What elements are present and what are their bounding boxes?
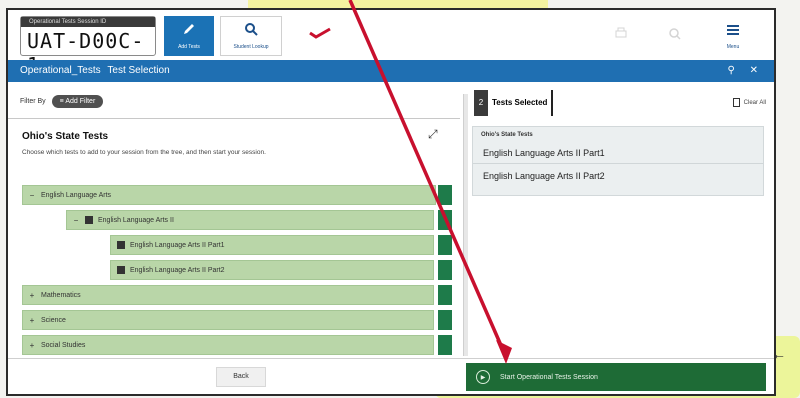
tree-node-social-studies[interactable]: + Social Studies <box>22 335 434 355</box>
back-button[interactable]: Back <box>216 367 266 387</box>
play-icon: ▶ <box>476 370 490 384</box>
add-filter-label: Add Filter <box>65 97 96 105</box>
breadcrumb-parent[interactable]: Operational_Tests <box>20 65 101 76</box>
clear-all-label: Clear All <box>743 100 766 107</box>
tree-node-label: Science <box>41 316 66 324</box>
tree-node-label: English Language Arts II Part1 <box>130 241 225 249</box>
selection-indicator <box>438 310 452 330</box>
panel-description: Choose which tests to add to your sessio… <box>22 149 266 156</box>
selection-indicator <box>438 260 452 280</box>
filter-label: Filter By <box>20 97 46 105</box>
tree-node-science[interactable]: + Science <box>22 310 434 330</box>
selection-indicator <box>438 210 452 230</box>
trash-icon <box>732 98 740 107</box>
selected-tests-header: 2 Tests Selected Clear All <box>472 90 768 116</box>
tree-node-label: Mathematics <box>41 291 81 299</box>
selected-tests-title: Tests Selected <box>492 90 554 116</box>
print-icon <box>614 27 628 46</box>
top-toolbar: Operational Tests Session ID UAT-D00C-1 … <box>8 10 774 77</box>
selected-tests-list: Ohio's State Tests English Language Arts… <box>472 126 764 196</box>
expand-plus-icon[interactable]: + <box>23 341 41 350</box>
expand-icon[interactable]: ⤢ <box>428 127 438 142</box>
selected-group-title: Ohio's State Tests <box>481 132 533 138</box>
session-id-label: Operational Tests Session ID <box>21 17 155 27</box>
selected-test-item[interactable]: English Language Arts II Part2 <box>473 165 763 187</box>
clear-all-button[interactable]: Clear All <box>732 98 766 107</box>
tree-node-label: English Language Arts II Part2 <box>130 266 225 274</box>
tree-node-ela[interactable]: − English Language Arts <box>22 185 436 205</box>
add-filter-button[interactable]: ≡ Add Filter <box>51 94 104 108</box>
menu-label: Menu <box>726 43 740 50</box>
session-id-box: Operational Tests Session ID UAT-D00C-1 <box>20 16 156 77</box>
close-icon[interactable]: ✕ <box>750 65 758 76</box>
approval-button[interactable] <box>288 16 352 56</box>
margin-pencil-arrow: ← <box>772 346 786 362</box>
collapse-icon[interactable]: − <box>23 191 41 200</box>
filter-row: Filter By ≡ Add Filter <box>20 92 104 110</box>
checkmark-icon <box>309 26 331 44</box>
student-lookup-label: Student Lookup <box>233 44 269 50</box>
selection-indicator <box>438 285 452 305</box>
tree-node-label: English Language Arts II <box>98 216 174 224</box>
tree-node-label: Social Studies <box>41 341 86 349</box>
highlighter-mark-top <box>248 0 548 8</box>
search-icon <box>244 22 258 41</box>
add-tests-button[interactable]: Add Tests <box>164 16 214 56</box>
tree-node-ela-ii-part2[interactable]: English Language Arts II Part2 <box>110 260 434 280</box>
selected-test-item[interactable]: English Language Arts II Part1 <box>473 142 763 164</box>
collapse-icon[interactable]: − <box>67 216 85 225</box>
tree-node-label: English Language Arts <box>41 191 112 199</box>
search-icon <box>668 27 682 46</box>
search-icon[interactable]: ⚲ <box>728 65 735 76</box>
filter-icon: ≡ <box>59 97 64 105</box>
checkbox[interactable] <box>117 266 125 274</box>
selected-count-badge: 2 <box>474 90 488 116</box>
panel-title: Ohio's State Tests <box>22 131 109 142</box>
menu-button[interactable]: Menu <box>708 16 758 56</box>
pencil-icon <box>182 22 196 41</box>
hamburger-icon <box>726 23 740 41</box>
checkbox[interactable] <box>85 216 93 224</box>
start-session-button[interactable]: ▶ Start Operational Tests Session <box>466 363 766 391</box>
tree-node-ela-ii-part1[interactable]: English Language Arts II Part1 <box>110 235 434 255</box>
start-session-label: Start Operational Tests Session <box>500 373 598 381</box>
selection-indicator <box>438 235 452 255</box>
expand-plus-icon[interactable]: + <box>23 291 41 300</box>
expand-plus-icon[interactable]: + <box>23 316 41 325</box>
tree-node-ela-ii[interactable]: − English Language Arts II <box>66 210 434 230</box>
selection-indicator <box>438 185 452 205</box>
selection-indicator <box>438 335 452 355</box>
breadcrumb-bar: Operational_Tests Test Selection ⚲ ✕ <box>8 60 774 82</box>
disabled-toolbar-button-2[interactable] <box>650 16 700 56</box>
app-window: Operational Tests Session ID UAT-D00C-1 … <box>6 8 776 396</box>
add-tests-label: Add Tests <box>178 44 200 50</box>
student-lookup-button[interactable]: Student Lookup <box>220 16 282 56</box>
breadcrumb-current: Test Selection <box>107 65 170 76</box>
test-tree-panel: Ohio's State Tests Choose which tests to… <box>8 118 460 355</box>
bottom-action-bar: Back ▶ Start Operational Tests Session <box>8 358 774 394</box>
panel-splitter[interactable] <box>463 94 468 356</box>
tree-node-mathematics[interactable]: + Mathematics <box>22 285 434 305</box>
checkbox[interactable] <box>117 241 125 249</box>
disabled-toolbar-button-1[interactable] <box>596 16 646 56</box>
